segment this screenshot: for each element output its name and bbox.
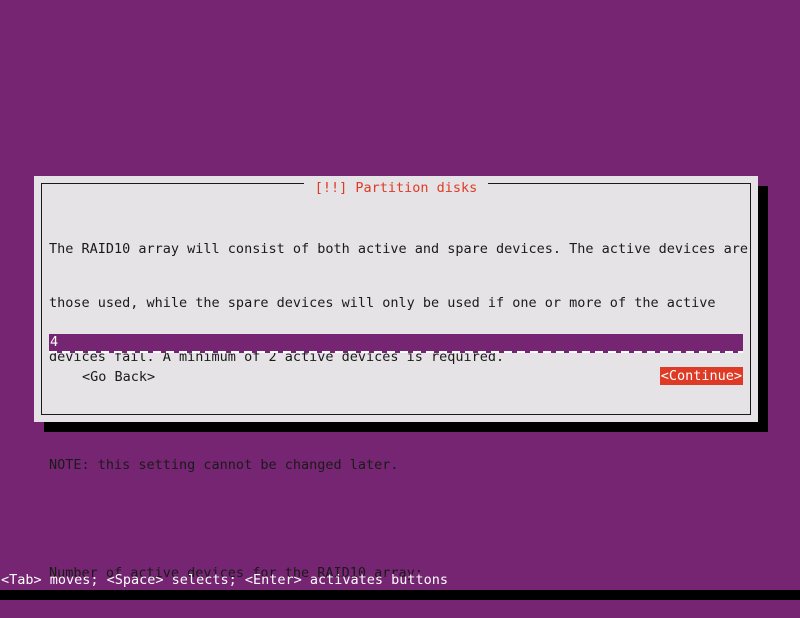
bottom-black-strip [0, 590, 800, 600]
go-back-button[interactable]: <Go Back> [81, 368, 156, 386]
active-devices-input-row [49, 334, 743, 353]
page-title: [!!] Partition disks [303, 177, 489, 199]
partition-disks-dialog: [!!] Partition disks The RAID10 array wi… [34, 176, 758, 581]
message-spacer-1 [49, 402, 743, 420]
message-spacer-2 [49, 510, 743, 528]
dialog-button-row: <Go Back> <Continue> [49, 367, 743, 387]
message-note-line: NOTE: this setting cannot be changed lat… [49, 457, 399, 473]
message-line-1: The RAID10 array will consist of both ac… [49, 241, 748, 257]
active-devices-input[interactable] [49, 334, 743, 351]
dialog-message-text: The RAID10 array will consist of both ac… [49, 204, 748, 618]
message-line-2: those used, while the spare devices will… [49, 295, 716, 311]
dialog-title-bar: [!!] Partition disks [34, 176, 758, 199]
input-underline [49, 351, 743, 353]
keyboard-help-bar: <Tab> moves; <Space> selects; <Enter> ac… [1, 572, 449, 588]
continue-button[interactable]: <Continue> [659, 367, 743, 385]
